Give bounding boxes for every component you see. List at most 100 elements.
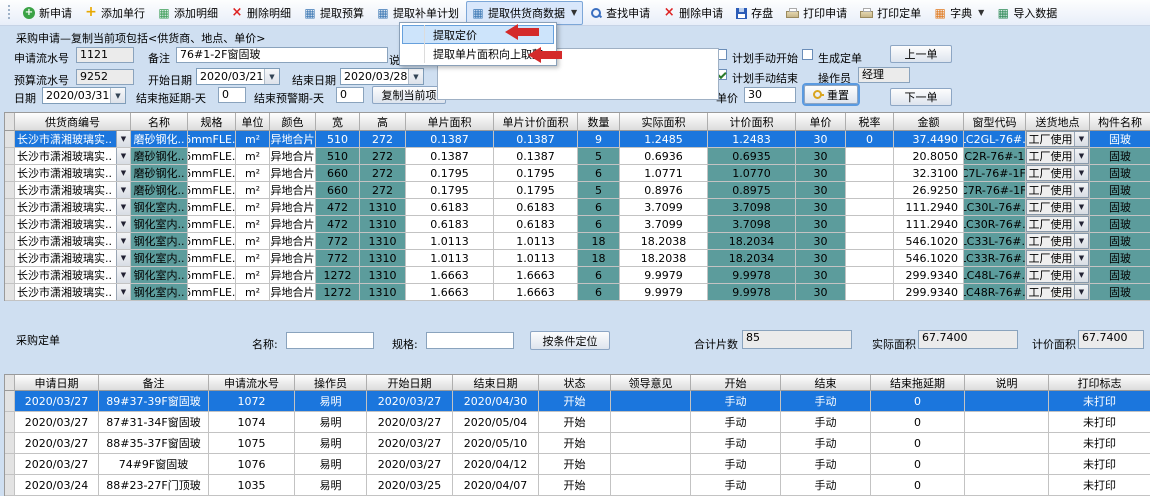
cell-supplier-no[interactable]: 长沙市潇湘玻璃实..▼ bbox=[15, 182, 131, 199]
cell-pricing-area[interactable]: 3.7098 bbox=[708, 199, 796, 216]
col-unit[interactable]: 单位 bbox=[236, 113, 270, 131]
cell-end-delay[interactable]: 0 bbox=[871, 475, 965, 496]
end-date-combo[interactable]: 2020/03/28▼ bbox=[340, 68, 424, 85]
cell-piece-pricing-area[interactable]: 0.6183 bbox=[494, 216, 578, 233]
table-row[interactable]: 2020/03/2787#31-34F窗固玻1074易明2020/03/2720… bbox=[5, 412, 1150, 433]
cell-actual-area[interactable]: 9.9979 bbox=[620, 284, 708, 301]
cell-color[interactable]: 异地合片 bbox=[270, 131, 316, 148]
cell-pricing-area[interactable]: 9.9978 bbox=[708, 284, 796, 301]
chevron-down-icon[interactable]: ▼ bbox=[1074, 268, 1088, 282]
chevron-down-icon[interactable]: ▼ bbox=[1074, 183, 1088, 197]
cell-remark[interactable]: 88#23-27F门顶玻 bbox=[99, 475, 209, 496]
cell-end-mode[interactable]: 手动 bbox=[781, 454, 871, 475]
col-pricing-area[interactable]: 计价面积 bbox=[708, 113, 796, 131]
chevron-down-icon[interactable]: ▼ bbox=[408, 69, 423, 84]
cell-piece-pricing-area[interactable]: 0.1795 bbox=[494, 165, 578, 182]
cell-name[interactable]: 磨砂钢化.. bbox=[131, 165, 188, 182]
cell-end-delay[interactable]: 0 bbox=[871, 454, 965, 475]
col-tax-rate[interactable]: 税率 bbox=[846, 113, 894, 131]
delivery-combo[interactable]: 工厂使用▼ bbox=[1026, 250, 1089, 266]
previous-order-button[interactable]: 上一单 bbox=[890, 45, 952, 63]
cell-width[interactable]: 472 bbox=[316, 199, 360, 216]
cell-serial-no[interactable]: 1075 bbox=[209, 433, 295, 454]
toolbar-button-dictionary[interactable]: ▦字典▼ bbox=[928, 1, 990, 25]
cell-note[interactable] bbox=[965, 454, 1049, 475]
cell-component-name[interactable]: 固玻 bbox=[1090, 148, 1150, 165]
cell-piece-area[interactable]: 1.6663 bbox=[406, 267, 494, 284]
col-color[interactable]: 颜色 bbox=[270, 113, 316, 131]
cell-piece-area[interactable]: 1.6663 bbox=[406, 284, 494, 301]
cell-operator[interactable]: 易明 bbox=[295, 454, 367, 475]
cell-pricing-area[interactable]: 1.2483 bbox=[708, 131, 796, 148]
cell-component-name[interactable]: 固玻 bbox=[1090, 199, 1150, 216]
cell-unit[interactable]: m² bbox=[236, 199, 270, 216]
cell-amount[interactable]: 20.8050 bbox=[894, 148, 964, 165]
cell-unit[interactable]: m² bbox=[236, 250, 270, 267]
chevron-down-icon[interactable]: ▼ bbox=[264, 69, 279, 84]
cell-window-code[interactable]: LC2R-76#-1F bbox=[964, 148, 1026, 165]
cell-tax-rate[interactable] bbox=[846, 165, 894, 182]
cell-pricing-area[interactable]: 0.8975 bbox=[708, 182, 796, 199]
cell-spec[interactable]: 6mmFLE.. bbox=[188, 165, 236, 182]
cell-apply-date[interactable]: 2020/03/24 bbox=[15, 475, 99, 496]
cell-unit-price[interactable]: 30 bbox=[796, 233, 846, 250]
delivery-combo[interactable]: 工厂使用▼ bbox=[1026, 284, 1089, 300]
cell-spec[interactable]: 6mmFLE.. bbox=[188, 216, 236, 233]
cell-start-mode[interactable]: 手动 bbox=[691, 433, 781, 454]
cell-window-code[interactable]: LC33L-76#.. bbox=[964, 233, 1026, 250]
delivery-combo[interactable]: 工厂使用▼ bbox=[1026, 148, 1089, 164]
cell-spec[interactable]: 6mmFLE.. bbox=[188, 267, 236, 284]
cell-unit-price[interactable]: 30 bbox=[796, 131, 846, 148]
cell-name[interactable]: 钢化室内.. bbox=[131, 284, 188, 301]
spec-filter-input[interactable] bbox=[426, 332, 514, 349]
toolbar-button-delete-detail[interactable]: ×删除明细 bbox=[225, 1, 297, 25]
cell-qty[interactable]: 18 bbox=[578, 250, 620, 267]
cell-height[interactable]: 272 bbox=[360, 165, 406, 182]
cell-start-date[interactable]: 2020/03/25 bbox=[367, 475, 453, 496]
cell-spec[interactable]: 6mmFLE.. bbox=[188, 182, 236, 199]
cell-height[interactable]: 1310 bbox=[360, 250, 406, 267]
cell-spec[interactable]: 6mmFLE.. bbox=[188, 284, 236, 301]
cell-leader-opinion[interactable] bbox=[611, 412, 691, 433]
cell-status[interactable]: 开始 bbox=[539, 412, 611, 433]
cell-print-flag[interactable]: 未打印 bbox=[1049, 391, 1150, 412]
cell-name[interactable]: 磨砂钢化.. bbox=[131, 148, 188, 165]
cell-window-code[interactable]: LC30L-76#.. bbox=[964, 199, 1026, 216]
cell-delivery-location[interactable]: 工厂使用▼ bbox=[1026, 250, 1090, 267]
cell-qty[interactable]: 6 bbox=[578, 165, 620, 182]
chevron-down-icon[interactable]: ▼ bbox=[1074, 132, 1088, 146]
remark-input[interactable]: 76#1-2F窗固玻 bbox=[176, 47, 388, 63]
cell-supplier-no[interactable]: 长沙市潇湘玻璃实..▼ bbox=[15, 267, 131, 284]
col-height[interactable]: 高 bbox=[360, 113, 406, 131]
col-leader-opinion[interactable]: 领导意见 bbox=[611, 375, 691, 391]
cell-piece-pricing-area[interactable]: 0.1387 bbox=[494, 131, 578, 148]
table-row[interactable]: 2020/03/2789#37-39F窗固玻1072易明2020/03/2720… bbox=[5, 391, 1150, 412]
cell-print-flag[interactable]: 未打印 bbox=[1049, 433, 1150, 454]
cell-operator[interactable]: 易明 bbox=[295, 412, 367, 433]
cell-unit[interactable]: m² bbox=[236, 148, 270, 165]
table-row[interactable]: 长沙市潇湘玻璃实..▼磨砂钢化..6mmFLE..m²异地合片5102720.1… bbox=[5, 148, 1150, 165]
cell-name[interactable]: 钢化室内.. bbox=[131, 250, 188, 267]
cell-delivery-location[interactable]: 工厂使用▼ bbox=[1026, 165, 1090, 182]
cell-supplier-no[interactable]: 长沙市潇湘玻璃实..▼ bbox=[15, 199, 131, 216]
cell-leader-opinion[interactable] bbox=[611, 433, 691, 454]
toolbar-button-extract-supplement-plan[interactable]: ▦提取补单计划 bbox=[371, 1, 465, 25]
cell-color[interactable]: 异地合片 bbox=[270, 216, 316, 233]
col-piece-area[interactable]: 单片面积 bbox=[406, 113, 494, 131]
cell-qty[interactable]: 5 bbox=[578, 148, 620, 165]
toolbar-button-extract-supplier-data[interactable]: ▦提取供货商数据▼ bbox=[466, 1, 583, 25]
cell-actual-area[interactable]: 9.9979 bbox=[620, 267, 708, 284]
cell-piece-pricing-area[interactable]: 0.1387 bbox=[494, 148, 578, 165]
cell-color[interactable]: 异地合片 bbox=[270, 284, 316, 301]
toolbar-button-print-order[interactable]: 打印定单 bbox=[854, 1, 927, 25]
cell-width[interactable]: 510 bbox=[316, 131, 360, 148]
cell-color[interactable]: 异地合片 bbox=[270, 250, 316, 267]
cell-color[interactable]: 异地合片 bbox=[270, 199, 316, 216]
cell-start-date[interactable]: 2020/03/27 bbox=[367, 454, 453, 475]
col-print-flag[interactable]: 打印标志 bbox=[1049, 375, 1150, 391]
cell-unit-price[interactable]: 30 bbox=[796, 148, 846, 165]
col-amount[interactable]: 金额 bbox=[894, 113, 964, 131]
cell-print-flag[interactable]: 未打印 bbox=[1049, 454, 1150, 475]
cell-piece-pricing-area[interactable]: 0.1795 bbox=[494, 182, 578, 199]
cell-qty[interactable]: 6 bbox=[578, 199, 620, 216]
